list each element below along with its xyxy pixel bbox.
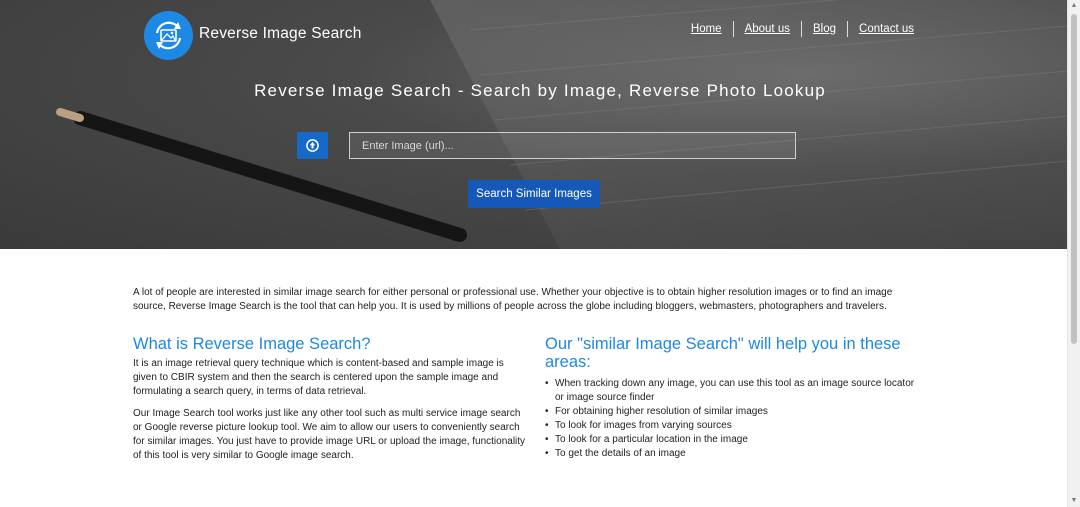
image-url-input[interactable] [349, 132, 796, 159]
main-nav: Home About us Blog Contact us [691, 21, 914, 37]
about-section: What is Reverse Image Search? It is an i… [133, 335, 528, 471]
scrollbar-thumb[interactable] [1071, 14, 1077, 344]
list-item: To get the details of an image [545, 447, 925, 461]
scroll-down-arrow-icon[interactable]: ▼ [1068, 495, 1080, 507]
use-cases-section: Our "similar Image Search" will help you… [545, 335, 925, 461]
about-paragraph-1: It is an image retrieval query technique… [133, 358, 504, 397]
nav-about-us[interactable]: About us [732, 21, 801, 37]
page-scrollbar[interactable]: ▲ ▼ [1067, 0, 1080, 507]
search-similar-images-button[interactable]: Search Similar Images [468, 180, 600, 208]
list-item: To look for a particular location in the… [545, 433, 925, 447]
about-paragraph-2: Our Image Search tool works just like an… [133, 408, 526, 461]
use-cases-heading: Our "similar Image Search" will help you… [545, 335, 901, 371]
list-item: To look for images from varying sources [545, 419, 925, 433]
list-item: For obtaining higher resolution of simil… [545, 405, 925, 419]
brand-name[interactable]: Reverse Image Search [199, 25, 362, 43]
nav-home[interactable]: Home [691, 21, 733, 37]
hero-banner: Reverse Image Search Home About us Blog … [0, 0, 1080, 249]
about-heading: What is Reverse Image Search? [133, 335, 371, 353]
nav-blog[interactable]: Blog [800, 21, 847, 37]
intro-paragraph: A lot of people are interested in simila… [133, 287, 893, 312]
nav-contact-us[interactable]: Contact us [847, 21, 914, 37]
use-cases-list: When tracking down any image, you can us… [545, 377, 925, 461]
page-title: Reverse Image Search - Search by Image, … [254, 81, 826, 100]
list-item: When tracking down any image, you can us… [545, 377, 925, 405]
logo-icon[interactable] [144, 11, 193, 60]
upload-arrow-icon [306, 139, 319, 152]
scroll-up-arrow-icon[interactable]: ▲ [1068, 0, 1080, 12]
upload-image-button[interactable] [297, 132, 328, 159]
